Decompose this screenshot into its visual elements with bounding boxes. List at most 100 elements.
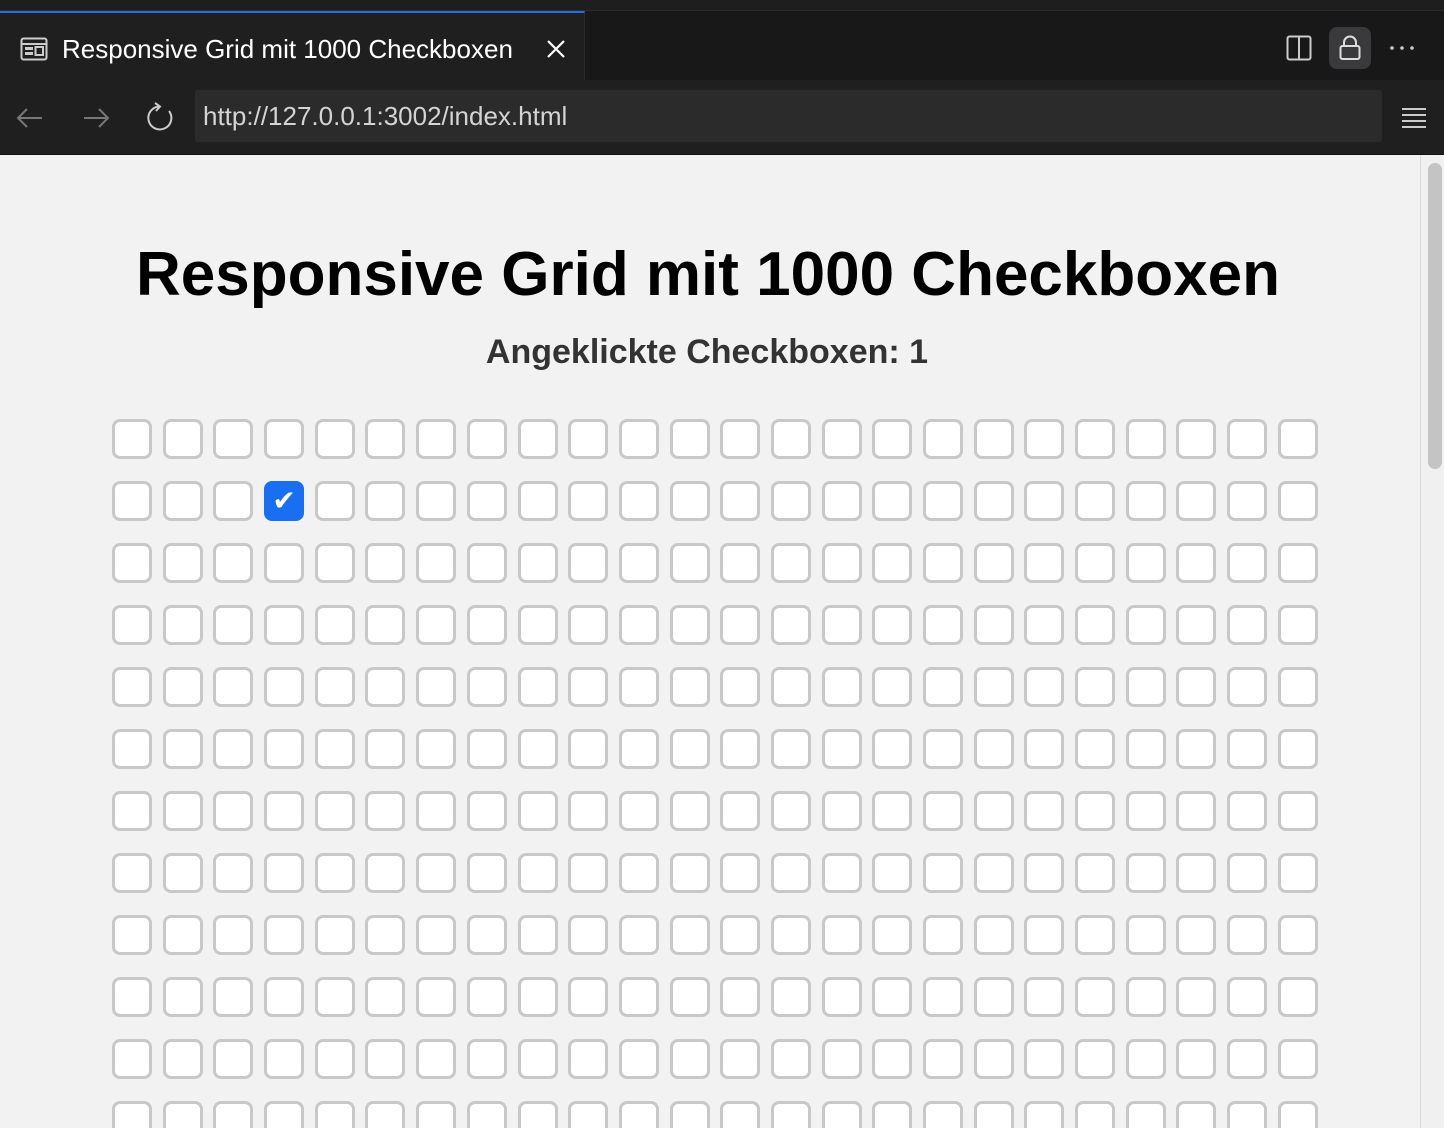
checkbox[interactable] [669,543,710,583]
checkbox[interactable] [1277,543,1318,583]
checkbox[interactable] [162,419,203,459]
checkbox[interactable] [770,481,811,521]
checkbox[interactable] [618,605,659,645]
checkbox[interactable] [568,915,609,955]
checkbox[interactable] [365,915,406,955]
checkbox[interactable] [618,543,659,583]
checkbox[interactable] [568,419,609,459]
checkbox[interactable] [112,667,152,707]
checkbox[interactable] [821,667,862,707]
checkbox[interactable] [1277,667,1318,707]
checkbox[interactable] [1227,543,1268,583]
checkbox[interactable] [669,1039,710,1079]
lock-button[interactable] [1329,27,1371,69]
checkbox[interactable] [162,915,203,955]
checkbox[interactable] [872,915,913,955]
checkbox[interactable] [264,729,305,769]
checkbox[interactable] [770,1039,811,1079]
checkbox[interactable] [973,729,1014,769]
checkbox[interactable] [466,1039,507,1079]
checkbox[interactable] [416,667,457,707]
checkbox[interactable] [1227,419,1268,459]
checkbox[interactable] [466,977,507,1017]
checkbox[interactable] [416,853,457,893]
checkbox[interactable] [1277,1039,1318,1079]
checkbox[interactable] [1227,853,1268,893]
checkbox[interactable] [162,1039,203,1079]
checkbox[interactable] [1075,1039,1116,1079]
checkbox[interactable] [923,853,963,893]
checkbox[interactable] [112,481,152,521]
checkbox[interactable] [770,605,811,645]
checkbox[interactable] [162,791,203,831]
checkbox[interactable] [264,605,305,645]
checkbox[interactable] [821,791,862,831]
checkbox[interactable] [1176,729,1217,769]
checkbox[interactable] [112,419,152,459]
checkbox[interactable] [720,1039,761,1079]
forward-arrow-icon[interactable] [80,102,112,134]
checkbox[interactable] [466,729,507,769]
checkbox[interactable] [517,1039,558,1079]
checkbox[interactable] [416,1101,457,1128]
checkbox[interactable] [314,419,355,459]
checkbox[interactable] [1125,791,1166,831]
checkbox[interactable] [314,605,355,645]
checkbox[interactable] [872,853,913,893]
checkbox[interactable] [416,605,457,645]
checkbox[interactable] [568,853,609,893]
checkbox[interactable] [264,1039,305,1079]
checkbox[interactable] [1125,729,1166,769]
checkbox[interactable] [872,791,913,831]
checkbox[interactable] [973,667,1014,707]
checkbox[interactable] [1024,543,1065,583]
checkbox[interactable] [669,481,710,521]
checkbox[interactable] [618,419,659,459]
checkbox[interactable] [669,605,710,645]
checkbox[interactable] [314,977,355,1017]
checkbox[interactable] [821,481,862,521]
more-actions-button[interactable] [1381,27,1423,69]
checkbox[interactable] [1024,915,1065,955]
checkbox[interactable] [618,1101,659,1128]
checkbox[interactable] [618,481,659,521]
checkbox[interactable] [770,791,811,831]
checkbox[interactable] [1024,1039,1065,1079]
checkbox[interactable] [1227,481,1268,521]
checkbox[interactable] [1125,667,1166,707]
checkbox[interactable] [821,1101,862,1128]
checkbox[interactable] [1075,853,1116,893]
checkbox[interactable] [466,667,507,707]
checkbox[interactable] [770,853,811,893]
checkbox[interactable] [162,481,203,521]
checkbox[interactable] [213,605,254,645]
checkbox[interactable] [1277,915,1318,955]
checkbox[interactable] [1024,977,1065,1017]
checkbox[interactable] [821,915,862,955]
checkbox[interactable] [821,853,862,893]
checkbox[interactable] [517,853,558,893]
checkbox[interactable] [923,729,963,769]
checkbox[interactable] [923,1039,963,1079]
checkbox[interactable] [213,543,254,583]
checkbox[interactable] [1176,915,1217,955]
checkbox[interactable] [720,977,761,1017]
checkbox[interactable] [264,419,305,459]
checkbox[interactable] [821,977,862,1017]
checkbox[interactable] [264,915,305,955]
checkbox[interactable] [720,729,761,769]
checkbox[interactable] [264,791,305,831]
checkbox[interactable] [1075,729,1116,769]
checkbox[interactable] [973,1039,1014,1079]
checkbox[interactable] [1075,977,1116,1017]
checkbox[interactable] [162,853,203,893]
checkbox[interactable] [923,481,963,521]
checkbox[interactable] [1176,1101,1217,1128]
checkbox[interactable] [112,1039,152,1079]
checkbox[interactable] [568,977,609,1017]
checkbox[interactable] [517,543,558,583]
checkbox[interactable] [872,419,913,459]
checkbox[interactable] [517,791,558,831]
checkbox[interactable] [264,977,305,1017]
checkbox[interactable] [669,729,710,769]
